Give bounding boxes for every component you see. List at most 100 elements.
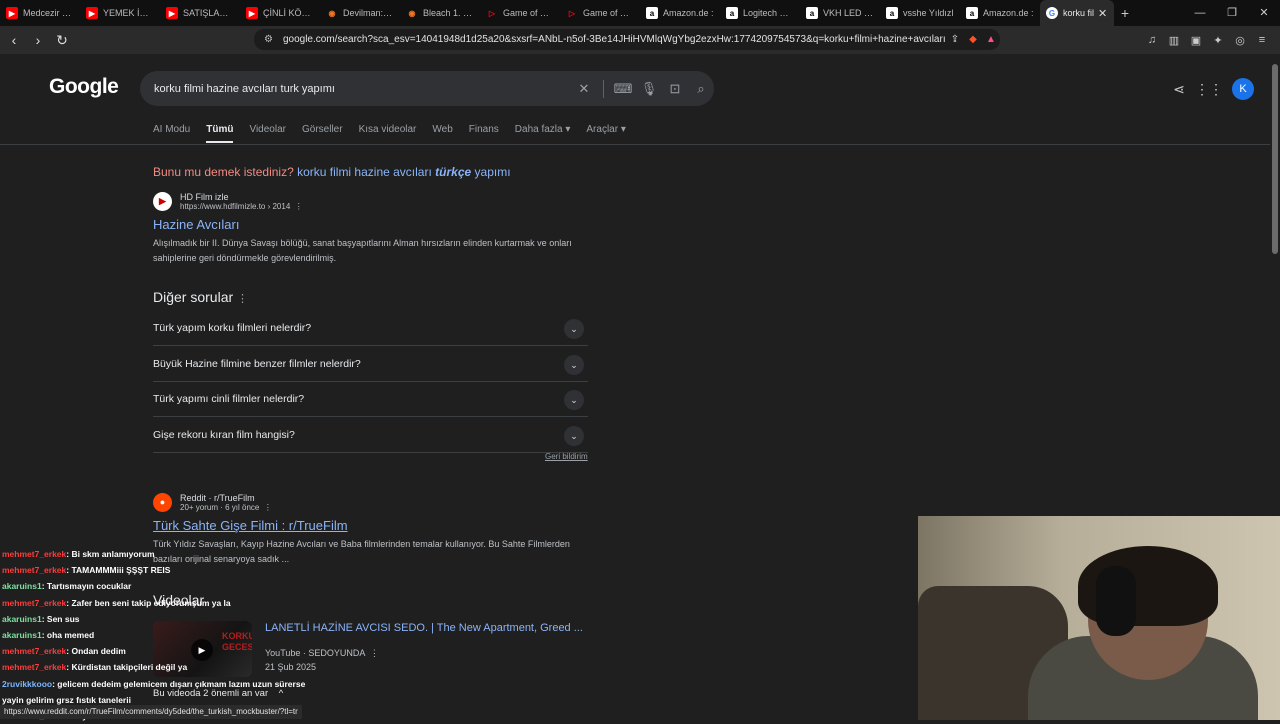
chevron-down-icon[interactable]: ⌄: [564, 319, 584, 339]
more-icon[interactable]: ⋮: [295, 202, 303, 211]
maximize-icon[interactable]: ❐: [1216, 0, 1248, 26]
window-controls: — ❐ ✕: [1184, 0, 1280, 26]
search-tab[interactable]: Tümü: [206, 124, 234, 143]
chat-message: akaruins1: Tartısmayın cocuklar: [2, 578, 305, 594]
browser-tab[interactable]: ◉ Devilman: Cry: [320, 0, 400, 26]
browser-toolbar: ‹ › ↻ ⚙ google.com/search?sca_esv=140419…: [0, 26, 1280, 54]
close-tab-icon[interactable]: ✕: [1098, 7, 1107, 20]
result-source[interactable]: ▶ HD Film izle https://www.hdfilmizle.to…: [153, 192, 593, 211]
divider: [0, 144, 1270, 145]
share-icon[interactable]: ⇪: [946, 34, 964, 45]
paa-question[interactable]: Büyük Hazine filmine benzer filmler nele…: [153, 347, 588, 382]
browser-tab[interactable]: ▷ Game of Thro: [480, 0, 560, 26]
chat-username: akaruins1: [2, 630, 42, 641]
video-title[interactable]: LANETLİ HAZİNE AVCISI SEDO. | The New Ap…: [265, 622, 583, 634]
chevron-down-icon[interactable]: ⌄: [564, 425, 584, 446]
vpn-icon[interactable]: ◎: [1230, 34, 1250, 47]
browser-tab[interactable]: ▶ YEMEK İÇİN: [80, 0, 160, 26]
chat-message: mehmet7_erkek: Bi skm anlamıyorum: [2, 546, 305, 562]
paa-question-text: Türk yapım korku filmleri nelerdir?: [153, 322, 312, 334]
chat-text: : Tartısmayın cocuklar: [41, 581, 132, 592]
browser-tab[interactable]: a Amazon.de :: [640, 0, 720, 26]
browser-tab[interactable]: ▶ SATIŞLARA D: [160, 0, 240, 26]
more-icon[interactable]: ⋮: [264, 503, 272, 512]
search-icon[interactable]: ⌕: [688, 81, 714, 97]
search-tab[interactable]: Kısa videolar: [359, 124, 417, 143]
headset-icon: [1096, 566, 1136, 636]
apps-icon[interactable]: ⋮⋮: [1194, 81, 1224, 98]
search-tab[interactable]: Araçlar ▾: [586, 124, 625, 143]
media-icon[interactable]: ♫: [1142, 34, 1162, 46]
menu-icon[interactable]: ≡: [1252, 34, 1272, 46]
wallet-icon[interactable]: ▣: [1186, 34, 1206, 47]
search-tab[interactable]: Videolar: [249, 124, 286, 143]
browser-tab[interactable]: a Logitech C92: [720, 0, 800, 26]
search-tab[interactable]: Görseller: [302, 124, 343, 143]
chevron-down-icon[interactable]: ⌄: [564, 390, 584, 410]
browser-tab[interactable]: a Amazon.de :: [960, 0, 1040, 26]
chevron-down-icon[interactable]: ⌄: [564, 354, 584, 375]
search-input[interactable]: korku filmi hazine avcıları turk yapımı: [154, 83, 571, 95]
minimize-icon[interactable]: —: [1184, 0, 1216, 26]
search-result: ▶ HD Film izle https://www.hdfilmizle.to…: [153, 192, 593, 266]
search-box[interactable]: korku filmi hazine avcıları turk yapımı …: [140, 71, 714, 106]
forward-icon[interactable]: ›: [28, 32, 48, 48]
a-icon: a: [726, 7, 738, 19]
result-title[interactable]: Hazine Avcıları: [153, 217, 593, 232]
browser-tab-active[interactable]: Gkorku fil ✕: [1040, 0, 1114, 26]
site-info-icon[interactable]: ⚙: [264, 34, 273, 45]
result-source[interactable]: ● Reddit · r/TrueFilm 20+ yorum · 6 yıl …: [153, 493, 593, 512]
chat-text: : TAMAMMMiii ŞŞŞT REIS: [66, 565, 171, 576]
chat-message: akaruins1: oha memed: [2, 627, 305, 643]
chat-message: mehmet7_erkek: Kürdistan takipçileri değ…: [2, 659, 305, 675]
browser-tab[interactable]: ▶ ÇİNLİ KÖYE G: [240, 0, 320, 26]
search-tab[interactable]: Web: [432, 124, 452, 143]
sidebar-icon[interactable]: ▥: [1164, 34, 1184, 47]
rewards-icon[interactable]: ▲: [982, 34, 1000, 45]
more-icon[interactable]: ⋮: [370, 648, 379, 658]
new-tab-icon[interactable]: +: [1114, 5, 1136, 21]
tab-title: vsshe Yıldızl: [903, 8, 954, 18]
clear-icon[interactable]: ✕: [571, 81, 597, 97]
tab-title: Medcezir 10.: [23, 8, 74, 18]
chat-message: mehmet7_erkek: TAMAMMMiii ŞŞŞT REIS: [2, 562, 305, 578]
lens-icon[interactable]: ⊡: [662, 81, 688, 97]
play-icon: ▶: [153, 192, 172, 211]
browser-extensions: ♫ ▥ ▣ ✦ ◎ ≡: [1140, 26, 1272, 54]
paa-question[interactable]: Gişe rekoru kıran film hangisi? ⌄: [153, 418, 588, 453]
mic-icon[interactable]: 🎙: [636, 81, 662, 97]
close-window-icon[interactable]: ✕: [1248, 0, 1280, 26]
keyboard-icon[interactable]: ⌨: [610, 81, 636, 97]
tab-title: VKH LED şerit: [823, 8, 874, 18]
browser-tab[interactable]: ◉ Bleach 1. Böl: [400, 0, 480, 26]
leo-icon[interactable]: ✦: [1208, 34, 1228, 47]
brave-shield-icon[interactable]: ◆: [964, 34, 982, 45]
paa-title-text: Diğer sorular: [153, 289, 234, 305]
result-title[interactable]: Türk Sahte Gişe Filmi : r/TrueFilm: [153, 518, 593, 533]
browser-tab[interactable]: a vsshe Yıldızl: [880, 0, 960, 26]
search-tab[interactable]: AI Modu: [153, 124, 190, 143]
address-bar[interactable]: ⚙ google.com/search?sca_esv=14041948d1d2…: [254, 29, 1000, 50]
share-icon[interactable]: ⋖: [1164, 81, 1194, 98]
browser-tab[interactable]: a VKH LED şerit: [800, 0, 880, 26]
more-icon[interactable]: ⋮: [237, 293, 248, 305]
browser-tab[interactable]: ▶ Medcezir 10.: [0, 0, 80, 26]
feedback-link[interactable]: Geri bildirim: [545, 452, 588, 461]
browser-tab[interactable]: ▷ Game of Thro: [560, 0, 640, 26]
google-logo[interactable]: Google: [49, 75, 119, 99]
back-icon[interactable]: ‹: [4, 32, 24, 48]
chat-message: mehmet7_erkek: Ondan dedim: [2, 643, 305, 659]
paa-question[interactable]: Türk yapımı cinli filmler nelerdir? ⌄: [153, 382, 588, 417]
yt-icon: ▶: [166, 7, 178, 19]
search-tab[interactable]: Daha fazla ▾: [515, 124, 571, 143]
paa-question[interactable]: Türk yapım korku filmleri nelerdir? ⌄: [153, 311, 588, 346]
reload-icon[interactable]: ↻: [52, 32, 72, 49]
search-tab[interactable]: Finans: [469, 124, 499, 143]
chat-username: mehmet7_erkek: [2, 565, 67, 576]
did-you-mean: Bunu mu demek istediniz? korku filmi haz…: [153, 165, 511, 179]
avatar[interactable]: K: [1232, 78, 1254, 100]
scrollbar-thumb[interactable]: [1272, 64, 1278, 254]
suggestion-link[interactable]: korku filmi hazine avcıları türkçe yapım…: [297, 165, 510, 179]
chat-text: : Ondan dedim: [66, 646, 126, 657]
tab-title: korku fil: [1063, 8, 1095, 18]
